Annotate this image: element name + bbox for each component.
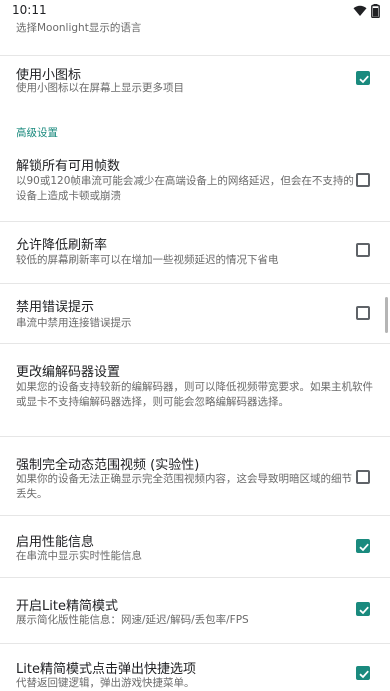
hdr-row[interactable]: 强制完全动态范围视频 (实验性) 如果你的设备无法正确显示完全范围视频内容，这会…: [0, 437, 390, 516]
language-pref-summary: 选择Moonlight显示的语言: [16, 22, 142, 34]
perf-overlay-summary: 在串流中显示实时性能信息: [16, 550, 142, 562]
unlock-fps-title: 解锁所有可用帧数: [16, 159, 121, 174]
lite-quick-menu-title: Lite精简模式点击弹出快捷选项: [16, 662, 196, 677]
codec-row[interactable]: 更改编解码器设置 如果您的设备支持较新的编解码器，则可以降低视频带宽要求。如果主…: [0, 344, 390, 437]
lite-quick-menu-checkbox[interactable]: [356, 666, 370, 680]
reduce-refresh-row[interactable]: 允许降低刷新率 较低的屏幕刷新率可以在增加一些视频延迟的情况下省电: [0, 222, 390, 284]
hdr-summary: 如果你的设备无法正确显示完全范围视频内容，这会导致明暗区域的细节丢失。: [16, 473, 352, 500]
lite-quick-menu-row[interactable]: Lite精简模式点击弹出快捷选项 代替返回键逻辑，弹出游戏快捷菜单。: [0, 644, 390, 689]
perf-overlay-checkbox[interactable]: [356, 539, 370, 553]
check-icon: [359, 543, 369, 552]
disable-warnings-title: 禁用错误提示: [16, 300, 95, 315]
check-icon: [359, 670, 369, 679]
disable-warnings-summary: 串流中禁用连接错误提示: [16, 317, 132, 329]
language-pref-row[interactable]: 选择Moonlight显示的语言: [0, 22, 390, 56]
unlock-fps-summary: 以90或120帧串流可能会减少在高端设备上的网络延迟，但会在不支持的设备上造成卡…: [16, 175, 354, 202]
battery-icon: [371, 4, 380, 18]
status-bar: 10:11: [0, 0, 390, 22]
codec-summary: 如果您的设备支持较新的编解码器，则可以降低视频带宽要求。如果主机软件或显卡不支持…: [16, 381, 373, 408]
hdr-checkbox[interactable]: [356, 470, 370, 484]
perf-overlay-row[interactable]: 启用性能信息 在串流中显示实时性能信息: [0, 516, 390, 578]
status-time: 10:11: [12, 3, 47, 17]
lite-mode-title: 开启Lite精简模式: [16, 599, 118, 614]
lite-mode-row[interactable]: 开启Lite精简模式 展示简化版性能信息：网速/延迟/解码/丢包率/FPS: [0, 578, 390, 644]
reduce-refresh-checkbox[interactable]: [356, 243, 370, 257]
small-icons-summary: 使用小图标以在屏幕上显示更多项目: [16, 82, 184, 94]
unlock-fps-checkbox[interactable]: [356, 173, 370, 187]
disable-warnings-row[interactable]: 禁用错误提示 串流中禁用连接错误提示: [0, 284, 390, 344]
scrollbar-thumb[interactable]: [385, 297, 388, 333]
perf-overlay-title: 启用性能信息: [16, 535, 95, 550]
hdr-title: 强制完全动态范围视频 (实验性): [16, 458, 200, 473]
lite-mode-summary: 展示简化版性能信息：网速/延迟/解码/丢包率/FPS: [16, 614, 249, 626]
advanced-category-header: 高级设置: [16, 127, 58, 139]
small-icons-checkbox[interactable]: [356, 71, 370, 85]
check-icon: [359, 606, 369, 615]
wifi-icon: [353, 5, 367, 16]
check-icon: [359, 75, 369, 84]
status-icons: [353, 4, 380, 18]
reduce-refresh-title: 允许降低刷新率: [16, 238, 108, 253]
small-icons-row[interactable]: 使用小图标 使用小图标以在屏幕上显示更多项目: [0, 56, 390, 110]
reduce-refresh-summary: 较低的屏幕刷新率可以在增加一些视频延迟的情况下省电: [16, 254, 279, 266]
unlock-fps-row[interactable]: 解锁所有可用帧数 以90或120帧串流可能会减少在高端设备上的网络延迟，但会在不…: [0, 145, 390, 222]
lite-mode-checkbox[interactable]: [356, 602, 370, 616]
codec-title: 更改编解码器设置: [16, 365, 121, 380]
disable-warnings-checkbox[interactable]: [356, 306, 370, 320]
